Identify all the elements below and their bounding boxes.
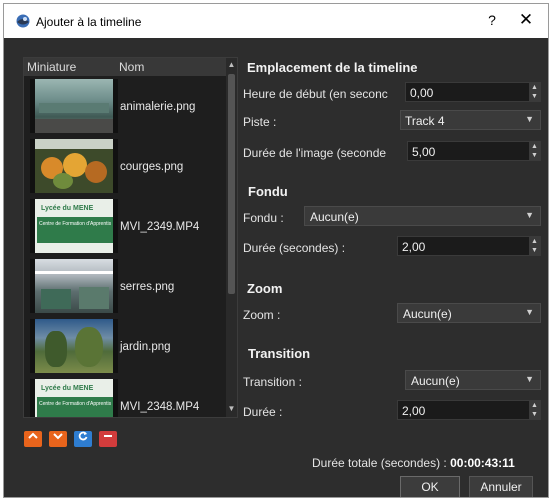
move-up-button[interactable] bbox=[24, 431, 42, 447]
list-header: Miniature Nom bbox=[24, 58, 226, 76]
thumbnail-image bbox=[30, 259, 118, 313]
chevron-down-icon: ▼ bbox=[525, 374, 534, 384]
image-duration-field[interactable]: 5,00 ▲ ▼ bbox=[407, 141, 541, 161]
fade-duration-field[interactable]: 2,00 ▲ ▼ bbox=[397, 236, 541, 256]
total-duration-label: Durée totale (secondes) : bbox=[312, 456, 447, 470]
thumb-caption: Centre de Formation d'Apprentis bbox=[39, 401, 112, 407]
remove-icon bbox=[104, 435, 112, 437]
ok-button[interactable]: OK bbox=[400, 476, 460, 497]
list-item[interactable]: Lycée du MENE Centre de Formation d'Appr… bbox=[24, 377, 226, 417]
spinner-arrows-icon[interactable]: ▲ ▼ bbox=[529, 237, 540, 255]
fade-label: Fondu : bbox=[243, 211, 284, 225]
spinner-arrows-icon[interactable]: ▲ ▼ bbox=[529, 83, 540, 101]
item-name: MVI_2349.MP4 bbox=[120, 221, 200, 233]
spinner-arrows-icon[interactable]: ▲ ▼ bbox=[529, 401, 540, 419]
thumbnail-video: Lycée du MENE Centre de Formation d'Appr… bbox=[30, 379, 118, 417]
chevron-down-icon bbox=[53, 433, 63, 440]
thumbnail-image bbox=[30, 79, 118, 133]
thumbnail-image bbox=[30, 319, 118, 373]
chevron-down-icon: ▼ bbox=[525, 307, 534, 317]
column-thumbnail[interactable]: Miniature bbox=[27, 60, 76, 74]
total-duration: Durée totale (secondes) : 00:00:43:11 bbox=[312, 456, 515, 470]
fade-duration-label: Durée (secondes) : bbox=[243, 241, 346, 255]
scrollbar-thumb[interactable] bbox=[228, 74, 235, 294]
remove-button[interactable] bbox=[99, 431, 117, 447]
item-name: MVI_2348.MP4 bbox=[120, 401, 200, 413]
list-scrollbar[interactable]: ▲ ▼ bbox=[226, 58, 237, 417]
thumb-caption: Lycée du MENE bbox=[41, 205, 94, 212]
transition-select[interactable]: Aucun(e) ▼ bbox=[405, 370, 541, 390]
transition-duration-field[interactable]: 2,00 ▲ ▼ bbox=[397, 400, 541, 420]
list-item[interactable]: animalerie.png bbox=[24, 77, 226, 137]
zoom-label: Zoom : bbox=[243, 308, 281, 322]
dialog-content: Miniature Nom animalerie.png courges.png… bbox=[4, 38, 548, 497]
column-name[interactable]: Nom bbox=[119, 60, 144, 74]
list-item[interactable]: courges.png bbox=[24, 137, 226, 197]
total-duration-value: 00:00:43:11 bbox=[450, 456, 515, 470]
list-item[interactable]: Lycée du MENE Centre de Formation d'Appr… bbox=[24, 197, 226, 257]
list-item[interactable]: jardin.png bbox=[24, 317, 226, 377]
item-name: courges.png bbox=[120, 161, 184, 173]
section-fade-title: Fondu bbox=[248, 184, 288, 199]
window-title: Ajouter à la timeline bbox=[36, 15, 142, 29]
track-label: Piste : bbox=[243, 115, 277, 129]
zoom-select[interactable]: Aucun(e) ▼ bbox=[397, 303, 541, 323]
section-zoom-title: Zoom bbox=[247, 281, 283, 296]
section-placement-title: Emplacement de la timeline bbox=[247, 60, 418, 75]
app-icon bbox=[16, 14, 30, 28]
shuffle-button[interactable] bbox=[74, 431, 92, 447]
thumbnail-image bbox=[30, 139, 118, 193]
chevron-down-icon: ▼ bbox=[525, 210, 534, 220]
shuffle-icon bbox=[78, 431, 88, 441]
item-name: serres.png bbox=[120, 281, 175, 293]
image-duration-label: Durée de l'image (seconde bbox=[243, 146, 387, 160]
scroll-down-icon[interactable]: ▼ bbox=[226, 404, 237, 413]
transition-label: Transition : bbox=[243, 375, 302, 389]
thumbnail-video: Lycée du MENE Centre de Formation d'Appr… bbox=[30, 199, 118, 253]
help-button[interactable]: ? bbox=[482, 12, 502, 28]
item-name: animalerie.png bbox=[120, 101, 196, 113]
scroll-up-icon[interactable]: ▲ bbox=[226, 60, 237, 69]
move-down-button[interactable] bbox=[49, 431, 67, 447]
file-list[interactable]: Miniature Nom animalerie.png courges.png… bbox=[23, 57, 238, 418]
chevron-up-icon bbox=[28, 432, 38, 439]
close-button[interactable]: ✕ bbox=[514, 10, 538, 30]
title-bar: Ajouter à la timeline ? ✕ bbox=[4, 4, 548, 38]
transition-duration-label: Durée : bbox=[243, 405, 283, 419]
fade-select[interactable]: Aucun(e) ▼ bbox=[304, 206, 541, 226]
track-select[interactable]: Track 4 ▼ bbox=[400, 110, 541, 130]
spinner-arrows-icon[interactable]: ▲ ▼ bbox=[529, 142, 540, 160]
section-transition-title: Transition bbox=[248, 346, 311, 361]
list-item[interactable]: serres.png bbox=[24, 257, 226, 317]
start-time-field[interactable]: 0,00 ▲ ▼ bbox=[405, 82, 541, 102]
item-name: jardin.png bbox=[120, 341, 171, 353]
start-time-label: Heure de début (en seconc bbox=[243, 87, 388, 101]
chevron-down-icon: ▼ bbox=[525, 114, 534, 124]
dialog-window: Ajouter à la timeline ? ✕ Miniature Nom … bbox=[3, 3, 549, 498]
cancel-button[interactable]: Annuler bbox=[469, 476, 533, 497]
thumb-caption: Lycée du MENE bbox=[41, 385, 94, 392]
thumb-caption: Centre de Formation d'Apprentis bbox=[39, 221, 112, 227]
